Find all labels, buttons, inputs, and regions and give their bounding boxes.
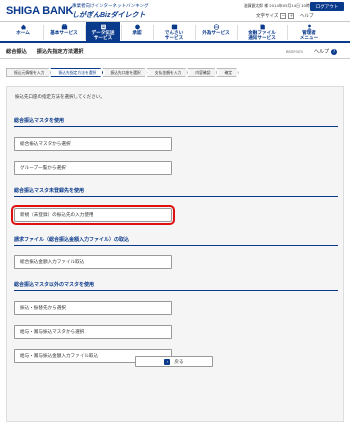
forex-icon <box>213 24 219 30</box>
global-nav: ホーム 基本サービス データ伝送 サービス 承認 でんさい サービス 外為サービ… <box>0 21 350 43</box>
question-icon: ? <box>331 48 338 55</box>
nav-label: 管理者 メニュー <box>299 31 319 41</box>
header: SHIGA BANK 事業者向けインターネットバンキング しがぎんBizダイレク… <box>0 0 350 21</box>
approval-icon <box>134 24 140 30</box>
header-help-link[interactable]: ヘルプ <box>300 13 314 19</box>
step-item: 振込元情報を入力 <box>6 68 51 77</box>
home-icon <box>20 24 26 30</box>
section-title-master: 総合振込マスタを使用 <box>14 117 338 127</box>
step-item: 内容確認 <box>187 68 217 77</box>
nav-densai[interactable]: でんさい サービス <box>154 22 194 43</box>
text-size-large-button[interactable]: ＋ <box>288 13 295 19</box>
nav-home[interactable]: ホーム <box>4 22 42 43</box>
step-item-current: 振込先指定方法を選択 <box>50 68 103 77</box>
nav-label: 承認 <box>132 31 142 36</box>
step-item: 支払金額を入力 <box>147 68 189 77</box>
logout-button[interactable]: ログアウト <box>310 2 344 11</box>
data-transfer-icon <box>100 24 106 30</box>
section-title-unregistered: 総合振込マスタ未登録先を使用 <box>14 187 338 197</box>
select-from-transfer-dest-button[interactable]: 振込・振替先から選択 <box>14 301 172 315</box>
select-from-master-button[interactable]: 総合振込マスタから選択 <box>14 137 172 151</box>
chevron-left-icon: ‹ <box>164 358 171 365</box>
step-item: 振込先口座を選択 <box>102 68 147 77</box>
select-from-salary-master-button[interactable]: 給与・賞与振込マスタから選択 <box>14 325 172 339</box>
nav-label: 外為サービス <box>202 31 230 36</box>
basic-service-icon <box>61 24 67 30</box>
new-payee-input-button[interactable]: 新規（未登録）の振込先の入力使用 <box>11 205 175 225</box>
nav-label: 金融ファイル 通知サービス <box>248 31 276 41</box>
screen-code: BSSF003 <box>286 49 303 54</box>
nav-file-notify[interactable]: 金融ファイル 通知サービス <box>238 22 286 43</box>
nav-label: でんさい サービス <box>164 31 184 41</box>
nav-approval[interactable]: 承認 <box>122 22 152 43</box>
nav-admin[interactable]: 管理者 メニュー <box>288 22 330 43</box>
nav-forex[interactable]: 外為サービス <box>196 22 236 43</box>
page-help-link[interactable]: ヘルプ ? <box>314 48 338 55</box>
section-title-other-master: 総合振込マスタ以外のマスタを使用 <box>14 281 338 291</box>
section-title-file-import: 請求ファイル（総合振込金額入力ファイル）の取込 <box>14 236 338 246</box>
back-button[interactable]: ‹ 戻る <box>135 356 213 367</box>
service-logo-line1: 事業者向けインターネットバンキング <box>72 4 149 9</box>
admin-icon <box>306 24 312 30</box>
nav-label: データ伝送 サービス <box>91 31 115 41</box>
nav-data-transfer[interactable]: データ伝送 サービス <box>86 22 120 43</box>
step-item: 確定 <box>216 68 239 77</box>
file-notify-icon <box>260 24 265 30</box>
title-bar: 総合振込 振込先指定方法選択 BSSF003 ヘルプ ? <box>0 45 350 59</box>
instruction-text: 振込先口座の指定方法を選択してください。 <box>15 95 105 100</box>
main-panel: 振込先口座の指定方法を選択してください。 総合振込マスタを使用 総合振込マスタか… <box>6 86 344 422</box>
step-indicator: 振込元情報を入力 振込先指定方法を選択 振込先口座を選択 支払金額を入力 内容確… <box>6 68 238 77</box>
page-title: 振込先指定方法選択 <box>36 49 84 55</box>
service-logo: 事業者向けインターネットバンキング しがぎんBizダイレクト <box>72 3 149 20</box>
category-title: 総合振込 <box>6 49 27 55</box>
bank-logo: SHIGA BANK <box>6 5 74 17</box>
text-size-small-button[interactable]: － <box>280 13 287 19</box>
select-from-group-button[interactable]: グループ一覧から選択 <box>14 161 172 175</box>
help-label: ヘルプ <box>314 49 330 55</box>
densai-icon <box>171 24 177 30</box>
nav-label: ホーム <box>16 31 30 36</box>
import-amount-file-button[interactable]: 総合振込金額入力ファイル取込 <box>14 255 172 269</box>
text-size-label: 文字サイズ <box>256 14 279 19</box>
text-size-control: 文字サイズ － ＋ <box>256 13 295 19</box>
nav-label: 基本サービス <box>50 31 78 36</box>
service-logo-line2: しがぎんBizダイレクト <box>72 12 146 19</box>
back-button-label: 戻る <box>174 359 184 365</box>
nav-basic-service[interactable]: 基本サービス <box>44 22 84 43</box>
